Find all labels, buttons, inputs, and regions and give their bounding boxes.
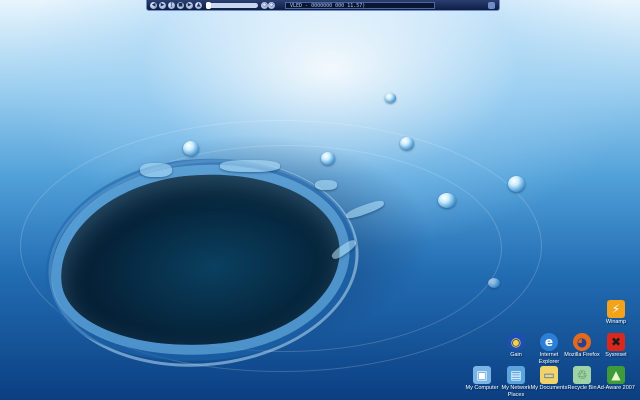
desktop-icon-label: Winamp	[605, 319, 627, 325]
pause-icon[interactable]: ‖	[168, 1, 175, 9]
ad-aware-icon: ▲	[607, 366, 625, 384]
desktop-icon-winamp[interactable]: ⚡ Winamp	[596, 300, 636, 326]
stop-icon[interactable]: ■	[177, 1, 184, 9]
shuffle-icon[interactable]: ○	[261, 1, 268, 9]
wallpaper-splash-crest	[140, 163, 172, 177]
gain-icon: ◉	[507, 333, 525, 351]
desktop-icon-ad-aware-2007[interactable]: ▲ Ad-Aware 2007	[596, 366, 636, 392]
winamp-icon: ⚡	[607, 300, 625, 318]
eject-icon[interactable]: ▲	[195, 1, 202, 9]
wallpaper-water-drop	[321, 152, 335, 165]
wallpaper-water-drop	[488, 278, 500, 288]
network-icon: ▤	[507, 366, 525, 384]
desktop-icon-label: Sysreset	[605, 352, 627, 358]
wallpaper-splash-crest	[220, 160, 280, 172]
wallpaper-water-drop	[508, 176, 525, 192]
repeat-icon[interactable]: ○	[268, 1, 275, 9]
volume-slider[interactable]	[206, 1, 258, 9]
wallpaper-water-drop	[438, 193, 456, 208]
desktop[interactable]: ◀ ▶ ‖ ■ ▶ ▲ ○ ○ VLED - 0000000 000 11.57…	[0, 0, 640, 400]
folder-icon: ▭	[540, 366, 558, 384]
media-player-bar[interactable]: ◀ ▶ ‖ ■ ▶ ▲ ○ ○ VLED - 0000000 000 11.57…	[146, 0, 500, 11]
player-controls: ◀ ▶ ‖ ■ ▶ ▲	[147, 0, 202, 10]
previous-icon[interactable]: ◀	[150, 1, 157, 9]
volume-slider-knob[interactable]	[206, 1, 211, 9]
player-menu-icon[interactable]	[488, 1, 495, 9]
internet-explorer-icon: e	[540, 333, 558, 351]
firefox-icon: ◕	[573, 333, 591, 351]
play-icon[interactable]: ▶	[159, 1, 166, 9]
desktop-icon-label: Ad-Aware 2007	[597, 385, 635, 391]
computer-icon: ▣	[473, 366, 491, 384]
sysreset-icon: ✖	[607, 333, 625, 351]
wallpaper-water-drop	[400, 137, 414, 150]
wallpaper-water-drop	[183, 141, 199, 156]
next-icon[interactable]: ▶	[186, 1, 193, 9]
recycle-bin-icon: ♲	[573, 366, 591, 384]
wallpaper-water-drop	[385, 93, 396, 103]
desktop-icon-sysreset[interactable]: ✖ Sysreset	[596, 333, 636, 359]
wallpaper-splash-crest	[315, 180, 337, 190]
player-display: VLED - 0000000 000 11.57)	[285, 1, 435, 9]
